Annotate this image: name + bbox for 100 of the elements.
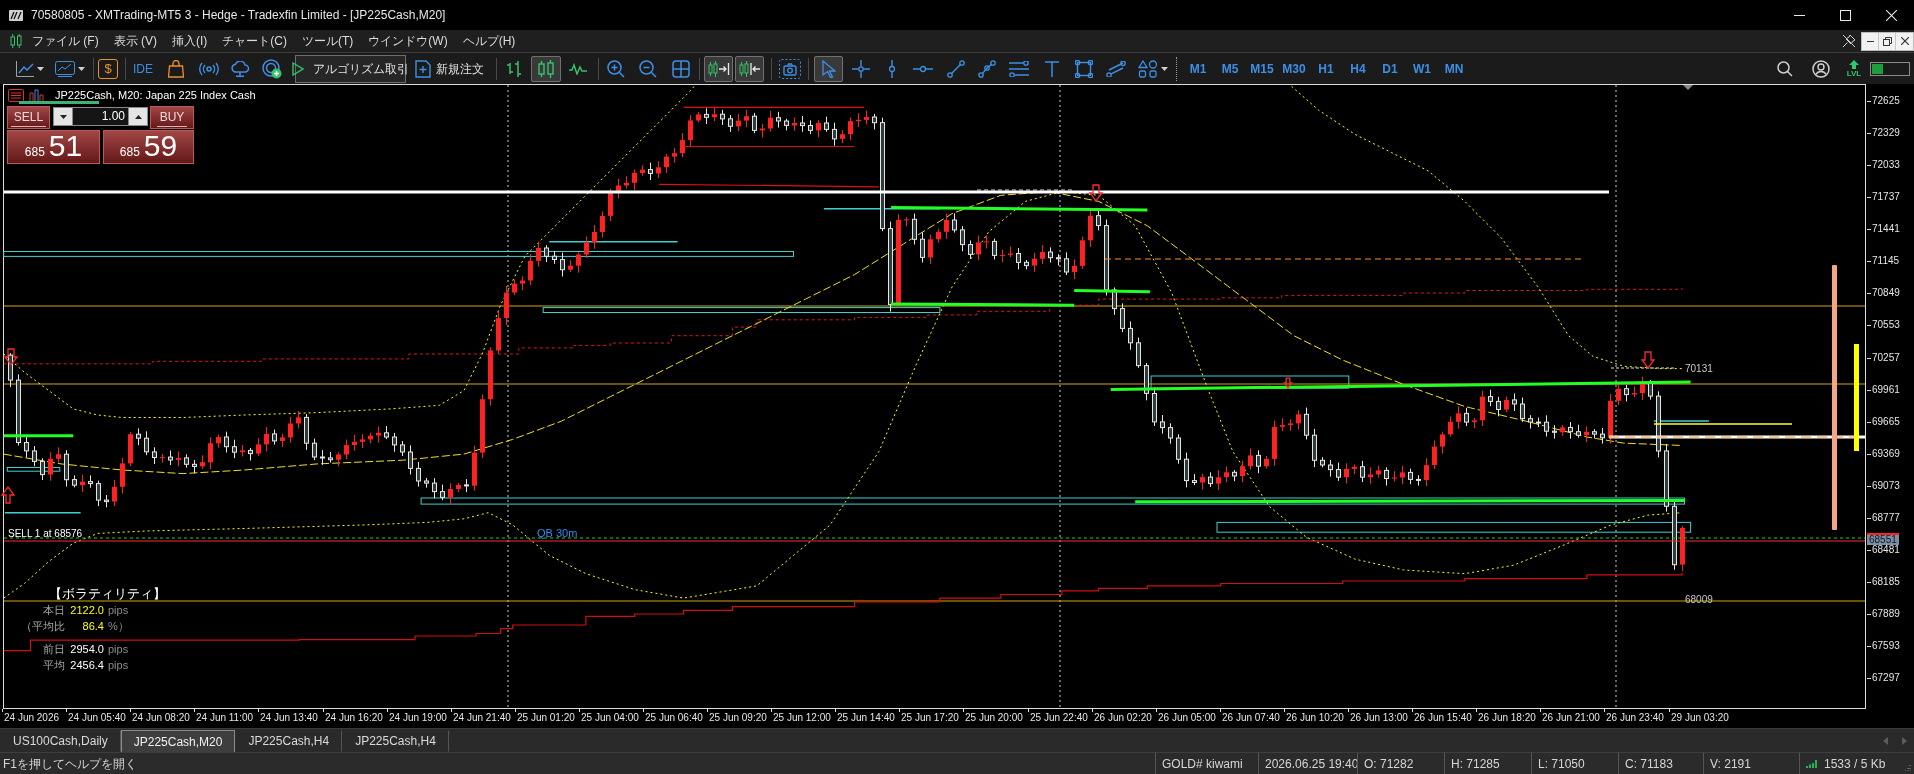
- timeframe-button[interactable]: D1: [1374, 55, 1406, 82]
- time-axis-label: 26 Jun 13:00: [1350, 712, 1408, 724]
- down-arrow-icon: [1283, 377, 1293, 389]
- price-axis-label: 70553: [1872, 319, 1900, 331]
- view-toggle-button[interactable]: [704, 55, 733, 82]
- menu-item[interactable]: ファイル (F): [26, 31, 105, 51]
- stat-label: 平均: [42, 658, 65, 673]
- panel-title: 【ボラティリティ】: [49, 585, 166, 602]
- buy-price-button[interactable]: 685 59: [103, 130, 194, 164]
- time-axis-label: 26 Jun 21:00: [1542, 712, 1600, 724]
- decrease-button[interactable]: [53, 107, 73, 126]
- time-axis-label: 25 Jun 17:20: [901, 712, 959, 724]
- slanted-lines-icon: [1106, 60, 1126, 77]
- up-arrow-icon: [1849, 59, 1859, 69]
- increase-button[interactable]: [128, 107, 148, 126]
- new-order-button[interactable]: 新規注文: [412, 55, 486, 82]
- zone-line: [1653, 420, 1710, 422]
- price-axis-label: 69961: [1872, 384, 1900, 396]
- price-axis-label: 71737: [1872, 191, 1900, 203]
- parallel-lines-icon: [1009, 60, 1029, 77]
- view-toggle-button[interactable]: [735, 55, 764, 82]
- timeframe-button[interactable]: M30: [1278, 55, 1310, 82]
- play-icon: [292, 61, 304, 76]
- grid-icon: [672, 59, 690, 78]
- timeframe-button[interactable]: MN: [1438, 55, 1470, 82]
- algo-trading-button[interactable]: アルゴリズム取引: [295, 54, 406, 83]
- time-axis-label: 24 Jun 08:20: [132, 712, 190, 724]
- menu-item[interactable]: チャート(C): [216, 31, 293, 51]
- bent-line-icon: [978, 59, 996, 78]
- cursor-icon: [821, 59, 836, 78]
- menu-item[interactable]: 表示 (V): [107, 31, 163, 51]
- chart-type-button[interactable]: [531, 55, 561, 82]
- status-field: GOLD# kiwami: [1162, 754, 1243, 773]
- time-axis-label: 25 Jun 14:40: [837, 712, 895, 724]
- status-help-text: F1を押してヘルプを開く: [3, 755, 137, 773]
- crosshair-icon: [852, 59, 870, 78]
- status-field: O: 71282: [1364, 754, 1414, 773]
- timeframe-button[interactable]: W1: [1406, 55, 1438, 82]
- time-axis-label: 26 Jun 18:20: [1478, 712, 1536, 724]
- price-axis-label: 67593: [1872, 640, 1900, 652]
- timeframe-button[interactable]: M1: [1182, 55, 1214, 82]
- menu-item[interactable]: 挿入(I): [166, 31, 214, 51]
- current-price-tag: 68551: [1867, 533, 1899, 545]
- maximize-icon: [1839, 9, 1851, 21]
- order-list-icon: [8, 89, 24, 102]
- price-axis-label: 67297: [1872, 672, 1900, 684]
- chart-tab[interactable]: JP225Cash,M20: [120, 730, 236, 752]
- caret-up-icon: [134, 114, 142, 119]
- price-axis-label: 72329: [1872, 127, 1900, 139]
- stat-value: 2954.0: [69, 642, 104, 657]
- zigzag-line-icon: [568, 62, 588, 75]
- menu-item[interactable]: ツール(T): [296, 31, 360, 51]
- broadcast-icon: [199, 61, 219, 76]
- time-axis-label: 29 Jun 03:20: [1671, 712, 1729, 724]
- stat-unit: %）: [108, 619, 129, 634]
- caret-icon: [37, 66, 44, 71]
- restore-icon: [1882, 36, 1892, 46]
- scroll-left-icon: [1883, 736, 1888, 745]
- time-axis-label: 24 Jun 2026: [4, 712, 60, 724]
- trend-line-icon: [947, 59, 965, 78]
- price-axis-label: 69073: [1872, 480, 1900, 492]
- bar-chart-icon: [506, 59, 522, 78]
- meter-icon: [1870, 61, 1910, 76]
- zoom-in-icon: [607, 59, 625, 78]
- chart-window-icon: [55, 60, 75, 77]
- timeframe-button[interactable]: H1: [1310, 55, 1342, 82]
- timeframe-button[interactable]: M15: [1246, 55, 1278, 82]
- down-arrow-icon: [3, 348, 19, 367]
- drawing-tool-button[interactable]: [814, 55, 843, 82]
- menu-item[interactable]: ヘルプ(H): [456, 31, 522, 51]
- price-axis-label: 72033: [1872, 159, 1900, 171]
- sell-price-button[interactable]: 685 51: [7, 130, 100, 164]
- timeframe-button[interactable]: H4: [1342, 55, 1374, 82]
- menu-item[interactable]: ウインドウ(W): [362, 31, 454, 51]
- timeframe-button[interactable]: M5: [1214, 55, 1246, 82]
- time-axis-label: 24 Jun 19:00: [389, 712, 447, 724]
- document-plus-icon: [414, 59, 431, 78]
- price-axis-label: 69369: [1872, 448, 1900, 460]
- line-chart-icon: [16, 60, 34, 77]
- shapes-icon: [1138, 59, 1158, 78]
- level-line: [3, 434, 74, 438]
- caret-down-icon: [59, 114, 67, 119]
- time-axis-label: 26 Jun 05:00: [1158, 712, 1216, 724]
- level-button[interactable]: LVL: [1844, 55, 1864, 82]
- sell-button[interactable]: SELL: [7, 106, 50, 129]
- price-marker-label: 70131: [1685, 363, 1713, 375]
- price-axis-label: 70257: [1872, 352, 1900, 364]
- status-field: H: 71285: [1451, 754, 1500, 773]
- price-axis-label: 72625: [1872, 95, 1900, 107]
- candlestick-icon: [538, 59, 554, 78]
- time-axis-label: 24 Jun 21:40: [453, 712, 511, 724]
- status-field: V: 2191: [1710, 754, 1751, 773]
- time-axis-label: 25 Jun 04:00: [581, 712, 639, 724]
- currency-button[interactable]: $: [98, 58, 118, 79]
- stat-value: 86.4: [81, 619, 104, 634]
- ide-button[interactable]: IDE: [131, 55, 155, 82]
- rectangle-icon: [1075, 59, 1093, 78]
- volume-field[interactable]: 1.00: [73, 107, 128, 126]
- buy-button[interactable]: BUY: [150, 106, 194, 129]
- time-axis-label: 25 Jun 12:00: [773, 712, 831, 724]
